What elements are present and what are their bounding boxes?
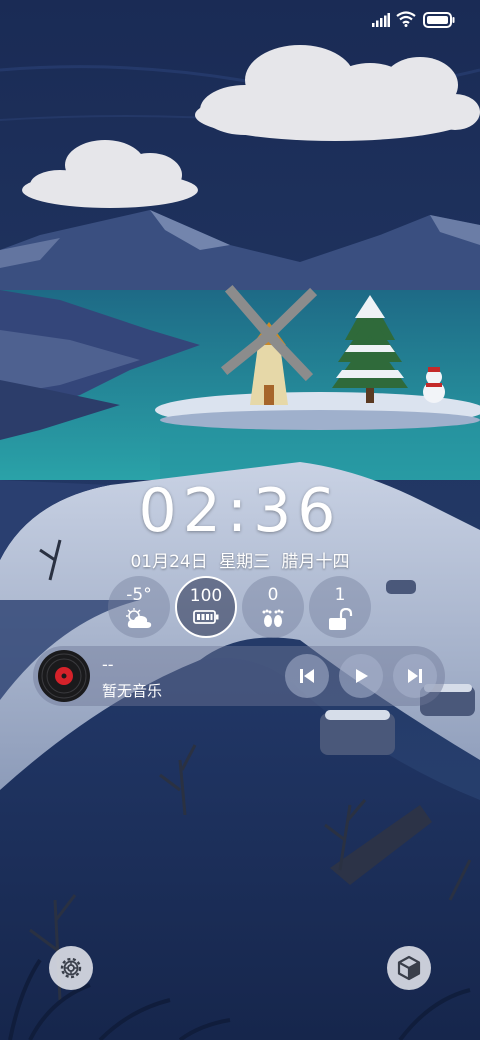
cloudy-weather-icon (126, 608, 152, 628)
battery-value: 100 (189, 586, 223, 606)
steps-value: 0 (267, 585, 279, 605)
previous-track-button[interactable] (285, 654, 329, 698)
clock-time: 02:36 (138, 476, 342, 546)
track-title: -- (102, 655, 114, 674)
vinyl-record-icon (38, 650, 90, 702)
signal-bars-icon (372, 13, 390, 27)
weather-widget[interactable]: -5° (108, 576, 170, 638)
wifi-icon (396, 11, 416, 27)
lunar-date-text: 腊月十四 (281, 552, 350, 572)
footprints-icon (262, 609, 284, 627)
status-bar (0, 0, 480, 40)
play-button[interactable] (339, 654, 383, 698)
battery-widget[interactable]: 100 (175, 576, 237, 638)
battery-full-icon (423, 12, 455, 28)
track-subtitle: 暂无音乐 (102, 682, 163, 700)
temperature-value: -5° (126, 585, 152, 605)
music-player-bar[interactable]: -- 暂无音乐 (33, 646, 445, 706)
battery-icon (193, 610, 219, 624)
steps-widget[interactable]: 0 (242, 576, 304, 638)
date-line: 01月24日 星期三 腊月十四 (0, 547, 480, 572)
play-icon (356, 669, 368, 683)
settings-gear-icon (60, 957, 82, 979)
date-text: 01月24日 (130, 552, 208, 572)
next-track-button[interactable] (393, 654, 437, 698)
settings-shortcut-button[interactable] (49, 946, 93, 990)
weekday-text: 星期三 (219, 552, 271, 572)
skip-previous-icon (300, 669, 314, 683)
cube-3d-icon (397, 955, 421, 981)
theme-shortcut-button[interactable] (387, 946, 431, 990)
unlock-count-widget[interactable]: 1 (309, 576, 371, 638)
lock-screen: 02:36 01月24日 星期三 腊月十四 -5° 100 0 1 -- 暂无音… (0, 0, 480, 1040)
unlocked-padlock-icon (329, 608, 353, 630)
skip-next-icon (408, 669, 422, 683)
unlock-count-value: 1 (334, 585, 346, 605)
